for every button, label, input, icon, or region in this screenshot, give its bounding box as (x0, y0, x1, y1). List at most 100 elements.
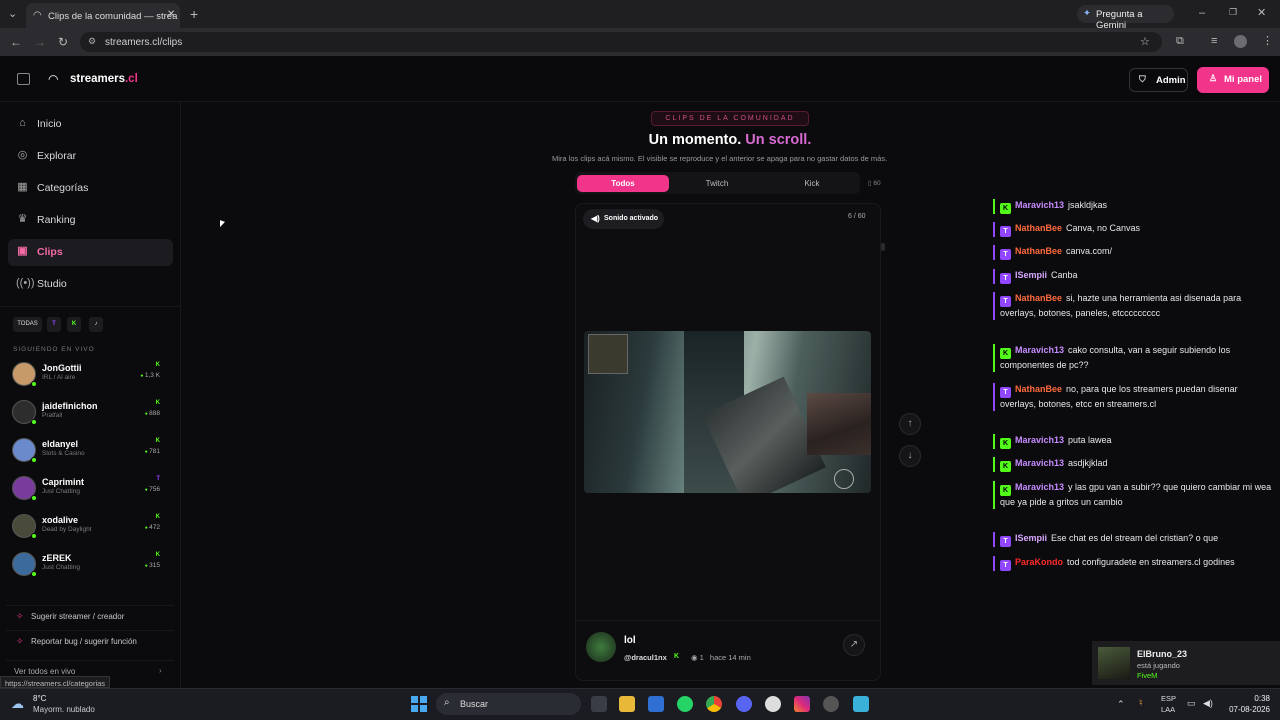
microphone-icon[interactable]: ♮ (1139, 698, 1143, 709)
chat-message: K Maravich13 puta lawea (993, 434, 1275, 449)
page-subtitle: Mira los clips acá mismo. El visible se … (552, 154, 888, 163)
gemini-button[interactable]: ✦ Pregunta a Gemini (1077, 5, 1174, 31)
streamer-game: Pratfall (42, 412, 63, 419)
chat-message: K Maravich13 asdjkjklad (993, 457, 1275, 472)
forward-icon[interactable]: → (34, 36, 46, 48)
reload-icon[interactable]: ↻ (58, 36, 68, 48)
brand-logo[interactable]: streamers.cl (70, 73, 138, 85)
nav-clips[interactable]: ▣ Clips (8, 239, 173, 266)
platform-badge: K (155, 400, 160, 406)
kick-badge: K (674, 653, 680, 660)
browser-tab-title: Clips de la comunidad — strea (48, 11, 178, 22)
notepad-icon[interactable] (853, 696, 869, 712)
previous-clip-button[interactable]: ↑ (899, 413, 921, 435)
close-tab-icon[interactable]: ✕ (167, 9, 175, 20)
filter-kick[interactable]: K (67, 317, 81, 332)
live-indicator (31, 457, 37, 463)
streamer-item[interactable]: zEREKJust Chatting K 315 (10, 549, 170, 581)
weather-desc[interactable]: Mayorm. nublado (33, 705, 95, 714)
streamer-item[interactable]: xodaliveDead by Daylight K 472 (10, 511, 170, 543)
instagram-icon[interactable] (794, 696, 810, 712)
steam-icon[interactable] (823, 696, 839, 712)
streamer-item[interactable]: JonGottiiIRL / Al aire K 1,3 K (10, 359, 170, 391)
open-clip-button[interactable]: ↗ (843, 634, 865, 656)
nav-studio[interactable]: ((•)) Studio (8, 271, 173, 298)
tray-chevron-icon[interactable]: ⌃ (1117, 699, 1125, 710)
tab-todos[interactable]: Todos (577, 175, 669, 192)
weather-temp[interactable]: 8°C (33, 694, 46, 703)
page-title: Un momento. Un scroll. (0, 132, 1280, 148)
nav-ranking[interactable]: ♛ Ranking (8, 207, 173, 234)
maximize-icon[interactable]: ❐ (1229, 8, 1237, 17)
back-icon[interactable]: ← (10, 36, 22, 48)
media-controls-icon[interactable]: ≡ (1211, 36, 1217, 47)
admin-button[interactable]: ⛉ Admin (1129, 68, 1188, 92)
sidebar-toggle-icon[interactable] (17, 73, 30, 85)
new-tab-icon[interactable]: + (190, 7, 198, 21)
report-bug-link[interactable]: ✧ Reportar bug / sugerir función (6, 630, 174, 650)
tab-list-chevron-icon[interactable]: ⌄ (8, 9, 17, 20)
minimize-icon[interactable]: – (1199, 8, 1205, 19)
sound-toggle-button[interactable]: ◀) Sonido activado (583, 209, 664, 229)
chat-username: NathanBee (1015, 223, 1063, 233)
chatgpt-icon[interactable] (765, 696, 781, 712)
network-icon[interactable]: ▭ (1187, 698, 1196, 709)
suggest-streamer-link[interactable]: ✧ Sugerir streamer / creador (6, 605, 174, 625)
profile-avatar[interactable] (1234, 35, 1247, 48)
headline-part-1: Un momento. (648, 132, 742, 148)
taskbar-search[interactable]: ⌕ Buscar (436, 693, 581, 715)
filter-tiktok[interactable]: ♪ (89, 317, 103, 332)
nav-categorias[interactable]: ▦ Categorías (8, 175, 173, 202)
tab-kick[interactable]: Kick (766, 175, 858, 192)
clip-total-count: ▯ 60 (868, 179, 881, 187)
clip-video[interactable] (584, 331, 871, 493)
viewer-count: 756 (145, 486, 160, 493)
speaker-icon: ◀) (591, 214, 600, 223)
mouse-cursor-icon (220, 220, 225, 229)
clip-author[interactable]: @dracul1nx (624, 653, 667, 662)
extensions-icon[interactable]: ⧉ (1176, 36, 1184, 47)
next-clip-button[interactable]: ↓ (899, 445, 921, 467)
tab-twitch[interactable]: Twitch (671, 175, 763, 192)
my-panel-button[interactable]: ♙ Mi panel (1197, 67, 1269, 93)
viewer-count: 781 (145, 448, 160, 455)
clock-date[interactable]: 07-08-2026 (1226, 705, 1270, 714)
streamer-item[interactable]: eldanyelSlots & Casino K 781 (10, 435, 170, 467)
eye-icon: ◉ (691, 653, 700, 662)
notification-name: ElBruno_23 (1137, 649, 1188, 659)
language-primary[interactable]: ESP (1161, 694, 1176, 703)
site-info-icon[interactable]: ⚙ (88, 36, 96, 47)
chat-message: T ISempii Ese chat es del stream del crist… (993, 532, 1275, 547)
whatsapp-icon[interactable] (677, 696, 693, 712)
trophy-icon: ♛ (17, 213, 28, 225)
streamer-item[interactable]: CaprimintJust Chatting T 756 (10, 473, 170, 505)
streamer-name: JonGottii (42, 363, 82, 373)
chat-username: NathanBee (1015, 384, 1063, 394)
volume-icon[interactable]: ◀) (1203, 698, 1213, 709)
chat-text: canva.com/ (1066, 246, 1113, 256)
windows-start-icon[interactable] (411, 696, 427, 712)
clip-author-avatar[interactable] (586, 632, 616, 662)
close-window-icon[interactable]: ✕ (1257, 8, 1266, 19)
headline-part-2: Un scroll. (745, 132, 812, 148)
menu-kebab-icon[interactable]: ⋮ (1262, 36, 1273, 47)
viewer-count: 1,3 K (140, 372, 160, 379)
nav-label: Ranking (37, 214, 76, 226)
chat-platform-badge: T (1000, 226, 1011, 237)
discord-icon[interactable] (736, 696, 752, 712)
player-scrollbar[interactable] (881, 243, 885, 251)
browser-tab[interactable]: ◠ Clips de la comunidad — strea ✕ (26, 3, 180, 28)
address-bar[interactable]: ⚙ streamers.cl/clips ☆ (80, 32, 1162, 52)
filter-twitch[interactable]: T (47, 317, 61, 332)
store-icon[interactable] (648, 696, 664, 712)
language-secondary[interactable]: LAA (1161, 705, 1175, 714)
streamer-item[interactable]: jaidefinichonPratfall K 888 (10, 397, 170, 429)
filter-all[interactable]: TODAS (13, 317, 42, 332)
file-explorer-icon[interactable] (619, 696, 635, 712)
chrome-icon[interactable] (706, 696, 722, 712)
live-indicator (31, 419, 37, 425)
clock-time[interactable]: 0:38 (1226, 694, 1270, 703)
discord-activity-notification[interactable]: ElBruno_23 está jugando FiveM (1092, 641, 1280, 685)
task-view-icon[interactable] (591, 696, 607, 712)
bookmark-star-icon[interactable]: ☆ (1140, 35, 1150, 48)
